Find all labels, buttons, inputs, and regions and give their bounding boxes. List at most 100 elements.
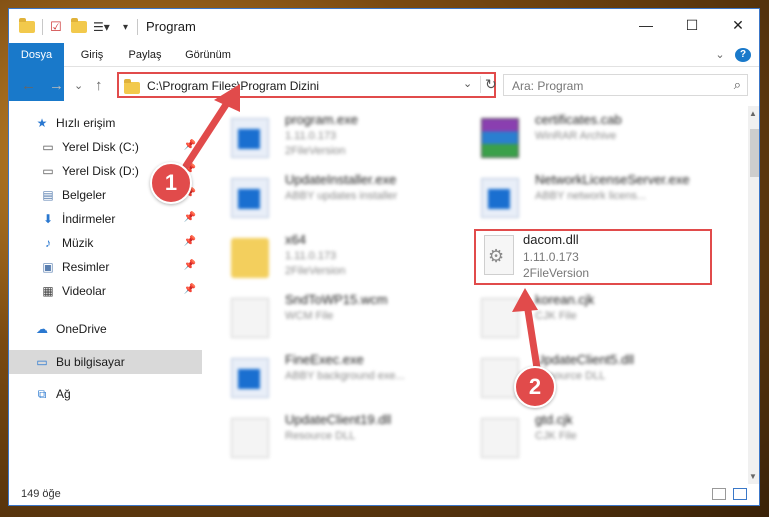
details-view-icon[interactable]	[712, 488, 726, 500]
nav-item-music[interactable]: ♪ Müzik 📌	[9, 231, 202, 255]
file-detail: Resource DLL	[285, 430, 356, 442]
folder-icon	[231, 238, 269, 278]
nav-item-drive-c[interactable]: ▭ Yerel Disk (C:) 📌	[9, 135, 202, 159]
dll-gear-icon[interactable]	[484, 235, 514, 275]
drive-icon: ▭	[42, 140, 54, 154]
file-detail: CJK File	[535, 430, 577, 442]
nav-item-label: Hızlı erişim	[56, 116, 116, 130]
nav-item-videos[interactable]: ▦ Videolar 📌	[9, 279, 202, 303]
file-detail: ABBY updates installer	[285, 190, 398, 202]
document-icon	[481, 298, 519, 338]
up-arrow-icon[interactable]: ↑	[95, 77, 103, 94]
file-detail: 2FileVersion	[285, 265, 346, 277]
music-icon: ♪	[45, 236, 51, 250]
gear-icon	[231, 418, 269, 458]
address-bar[interactable]: C:\Program Files\Program Dizini ⌄ ↻	[117, 72, 497, 98]
ribbon-expand-chevron-down-icon[interactable]: ⌄	[712, 43, 728, 67]
file-name: UpdateClient19.dll	[285, 412, 392, 427]
nav-item-label: Belgeler	[62, 188, 107, 202]
nav-item-onedrive[interactable]: ☁ OneDrive	[9, 317, 202, 341]
pictures-icon: ▣	[42, 260, 54, 274]
file-name: certificates.cab	[535, 112, 622, 127]
pin-icon[interactable]: 📌	[184, 212, 196, 223]
address-path[interactable]: C:\Program Files\Program Dizini	[147, 79, 319, 93]
tiles-view-icon[interactable]	[733, 488, 747, 500]
recent-locations-chevron-icon[interactable]: ⌄	[74, 79, 83, 92]
list-item[interactable]: program.exe 1.11.0.173 2FileVersion	[205, 110, 445, 168]
pin-icon[interactable]: 📌	[184, 284, 196, 295]
properties-icon[interactable]: ☑	[50, 18, 62, 36]
rar-icon	[481, 118, 519, 158]
nav-item-this-pc[interactable]: ▭ Bu bilgisayar	[9, 350, 202, 374]
nav-item-network[interactable]: ⧉ Ağ	[9, 382, 202, 406]
pin-icon[interactable]: 📌	[184, 140, 196, 151]
list-item[interactable]: UpdateClient5.dll Resource DLL	[455, 350, 695, 408]
exe-icon	[231, 178, 269, 218]
file-name: FineExec.exe	[285, 352, 364, 367]
document-icon	[481, 418, 519, 458]
nav-item-label: OneDrive	[56, 322, 107, 336]
ribbon-tabs: Dosya Giriş Paylaş Görünüm ⌄ ?	[9, 43, 759, 101]
file-detail: CJK File	[535, 310, 577, 322]
file-name: gtd.cjk	[535, 412, 573, 427]
file-detail: ABBY network licens...	[535, 190, 647, 202]
nav-item-quick-access[interactable]: ★ Hızlı erişim	[9, 111, 202, 135]
item-count: 149 öğe	[21, 488, 61, 500]
forward-arrow-icon[interactable]: →	[49, 77, 64, 94]
nav-item-label: Resimler	[62, 260, 110, 274]
file-detail: 2FileVersion	[285, 145, 346, 157]
list-item[interactable]: gtd.cjk CJK File	[455, 410, 695, 468]
search-box[interactable]: Ara: Program ⌕	[503, 74, 748, 96]
title-bar: ☑ ☰▾ ▾ Program — ☐ ✕	[9, 9, 759, 43]
nav-item-label: İndirmeler	[62, 212, 116, 226]
vertical-scrollbar[interactable]: ▲ ▼	[748, 106, 759, 484]
list-item[interactable]: FineExec.exe ABBY background exe...	[205, 350, 445, 408]
scroll-up-arrow-icon[interactable]: ▲	[749, 109, 757, 118]
pin-icon[interactable]: 📌	[184, 236, 196, 247]
highlighted-file-name[interactable]: dacom.dll	[523, 232, 579, 247]
pin-icon[interactable]: 📌	[184, 260, 196, 271]
list-item[interactable]: SndToWP15.wcm WCM File	[205, 290, 445, 348]
customize-toolbar-icon[interactable]: ☰▾	[93, 18, 110, 36]
tab-share[interactable]: Paylaş	[120, 43, 170, 67]
tab-home[interactable]: Giriş	[71, 43, 113, 67]
scroll-down-arrow-icon[interactable]: ▼	[749, 472, 757, 481]
nav-item-downloads[interactable]: ⬇ İndirmeler 📌	[9, 207, 202, 231]
file-name: x64	[285, 232, 306, 247]
list-item[interactable]: certificates.cab WinRAR Archive	[455, 110, 695, 168]
new-folder-icon[interactable]	[71, 18, 87, 36]
nav-item-pictures[interactable]: ▣ Resimler 📌	[9, 255, 202, 279]
exe-icon	[231, 358, 269, 398]
search-input[interactable]: Ara: Program	[512, 79, 583, 93]
address-folder-icon	[124, 79, 140, 94]
quick-access-folder-icon[interactable]	[19, 18, 35, 36]
file-name: UpdateClient5.dll	[535, 352, 635, 367]
list-item[interactable]: korean.cjk CJK File	[455, 290, 695, 348]
close-button[interactable]: ✕	[715, 9, 759, 41]
minimize-button[interactable]: —	[623, 9, 669, 41]
address-history-chevron-icon[interactable]: ⌄	[463, 77, 472, 90]
list-item[interactable]: NetworkLicenseServer.exe ABBY network li…	[455, 170, 695, 228]
scroll-thumb[interactable]	[750, 129, 759, 177]
list-item[interactable]: UpdateInstaller.exe ABBY updates install…	[205, 170, 445, 228]
back-arrow-icon[interactable]: ←	[21, 77, 36, 94]
highlighted-file-type: 2FileVersion	[523, 266, 590, 280]
documents-icon: ▤	[42, 188, 54, 202]
list-item[interactable]: UpdateClient19.dll Resource DLL	[205, 410, 445, 468]
search-icon[interactable]: ⌕	[734, 77, 741, 93]
quick-access-dropdown-icon[interactable]: ▾	[123, 18, 128, 36]
status-bar: 149 öğe	[9, 485, 759, 505]
file-detail: 1.11.0.173	[285, 130, 337, 142]
refresh-icon[interactable]: ↻	[480, 76, 497, 93]
cloud-icon: ☁	[36, 322, 48, 336]
nav-item-label: Müzik	[62, 236, 94, 250]
help-icon[interactable]: ?	[735, 48, 751, 62]
file-name: NetworkLicenseServer.exe	[535, 172, 690, 187]
file-list: program.exe 1.11.0.173 2FileVersion cert…	[205, 106, 739, 479]
download-icon: ⬇	[42, 212, 54, 226]
list-item[interactable]: x64 1.11.0.173 2FileVersion	[205, 230, 445, 288]
network-icon: ⧉	[37, 387, 47, 401]
maximize-button[interactable]: ☐	[669, 9, 715, 41]
file-detail: 1.11.0.173	[285, 250, 337, 262]
tab-view[interactable]: Görünüm	[177, 43, 239, 67]
